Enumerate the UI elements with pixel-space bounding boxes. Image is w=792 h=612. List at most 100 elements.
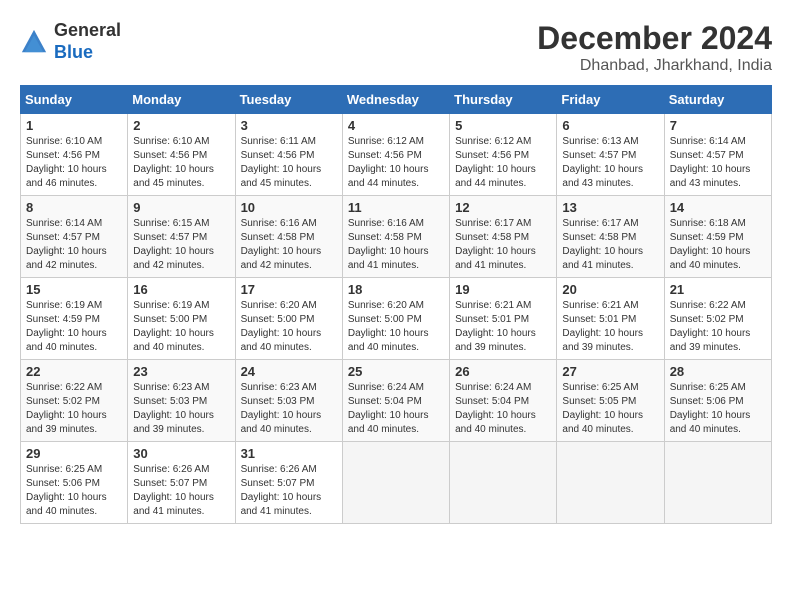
table-row [557,442,664,524]
day-info: Sunrise: 6:17 AM Sunset: 4:58 PM Dayligh… [562,217,658,273]
day-info: Sunrise: 6:25 AM Sunset: 5:06 PM Dayligh… [26,463,122,519]
day-number: 21 [670,282,766,297]
day-number: 12 [455,200,551,215]
day-number: 8 [26,200,122,215]
day-header-saturday: Saturday [664,86,771,114]
table-row: 4 Sunrise: 6:12 AM Sunset: 4:56 PM Daylig… [342,114,449,196]
table-row: 29 Sunrise: 6:25 AM Sunset: 5:06 PM Dayli… [21,442,128,524]
table-row: 16 Sunrise: 6:19 AM Sunset: 5:00 PM Dayli… [128,278,235,360]
day-number: 22 [26,364,122,379]
day-info: Sunrise: 6:22 AM Sunset: 5:02 PM Dayligh… [26,381,122,437]
page-header: General Blue December 2024 Dhanbad, Jhar… [20,20,772,75]
logo-icon [20,28,48,56]
day-number: 5 [455,118,551,133]
day-info: Sunrise: 6:16 AM Sunset: 4:58 PM Dayligh… [241,217,337,273]
table-row: 6Sunrise: 6:13 AM Sunset: 4:57 PM Daylig… [557,114,664,196]
day-info: Sunrise: 6:12 AM Sunset: 4:56 PM Dayligh… [348,135,444,191]
day-number: 3 [241,118,337,133]
calendar-row: 8 Sunrise: 6:14 AM Sunset: 4:57 PM Daylig… [21,196,772,278]
table-row: 28 Sunrise: 6:25 AM Sunset: 5:06 PM Dayli… [664,360,771,442]
day-header-thursday: Thursday [450,86,557,114]
day-info: Sunrise: 6:18 AM Sunset: 4:59 PM Dayligh… [670,217,766,273]
table-row: 31 Sunrise: 6:26 AM Sunset: 5:07 PM Dayli… [235,442,342,524]
logo-text: General Blue [54,20,121,63]
day-number: 6 [562,118,658,133]
day-number: 23 [133,364,229,379]
day-number: 16 [133,282,229,297]
table-row: 19 Sunrise: 6:21 AM Sunset: 5:01 PM Dayli… [450,278,557,360]
table-row: 11 Sunrise: 6:16 AM Sunset: 4:58 PM Dayli… [342,196,449,278]
day-info: Sunrise: 6:16 AM Sunset: 4:58 PM Dayligh… [348,217,444,273]
day-number: 7 [670,118,766,133]
day-info: Sunrise: 6:19 AM Sunset: 5:00 PM Dayligh… [133,299,229,355]
table-row [450,442,557,524]
table-row: 17 Sunrise: 6:20 AM Sunset: 5:00 PM Dayli… [235,278,342,360]
table-row: 10 Sunrise: 6:16 AM Sunset: 4:58 PM Dayli… [235,196,342,278]
table-row: 9Sunrise: 6:15 AM Sunset: 4:57 PM Daylig… [128,196,235,278]
day-number: 19 [455,282,551,297]
day-number: 31 [241,446,337,461]
day-number: 17 [241,282,337,297]
table-row: 25Sunrise: 6:24 AM Sunset: 5:04 PM Dayli… [342,360,449,442]
day-info: Sunrise: 6:26 AM Sunset: 5:07 PM Dayligh… [133,463,229,519]
day-info: Sunrise: 6:20 AM Sunset: 5:00 PM Dayligh… [348,299,444,355]
calendar-row: 15Sunrise: 6:19 AM Sunset: 4:59 PM Dayli… [21,278,772,360]
day-info: Sunrise: 6:26 AM Sunset: 5:07 PM Dayligh… [241,463,337,519]
day-header-monday: Monday [128,86,235,114]
table-row: 18 Sunrise: 6:20 AM Sunset: 5:00 PM Dayli… [342,278,449,360]
day-number: 15 [26,282,122,297]
table-row: 14 Sunrise: 6:18 AM Sunset: 4:59 PM Dayli… [664,196,771,278]
day-number: 24 [241,364,337,379]
month-title: December 2024 [537,20,772,57]
day-number: 14 [670,200,766,215]
table-row: 15Sunrise: 6:19 AM Sunset: 4:59 PM Dayli… [21,278,128,360]
calendar-row: 22 Sunrise: 6:22 AM Sunset: 5:02 PM Dayli… [21,360,772,442]
day-number: 2 [133,118,229,133]
table-row [664,442,771,524]
day-number: 18 [348,282,444,297]
day-number: 28 [670,364,766,379]
day-info: Sunrise: 6:22 AM Sunset: 5:02 PM Dayligh… [670,299,766,355]
day-info: Sunrise: 6:24 AM Sunset: 5:04 PM Dayligh… [455,381,551,437]
day-info: Sunrise: 6:10 AM Sunset: 4:56 PM Dayligh… [133,135,229,191]
title-area: December 2024 Dhanbad, Jharkhand, India [537,20,772,75]
table-row: 21 Sunrise: 6:22 AM Sunset: 5:02 PM Dayli… [664,278,771,360]
table-row: 22 Sunrise: 6:22 AM Sunset: 5:02 PM Dayli… [21,360,128,442]
day-info: Sunrise: 6:14 AM Sunset: 4:57 PM Dayligh… [670,135,766,191]
table-row: 27 Sunrise: 6:25 AM Sunset: 5:05 PM Dayli… [557,360,664,442]
calendar-table: SundayMondayTuesdayWednesdayThursdayFrid… [20,85,772,524]
day-header-tuesday: Tuesday [235,86,342,114]
location: Dhanbad, Jharkhand, India [537,57,772,75]
day-number: 29 [26,446,122,461]
day-number: 10 [241,200,337,215]
day-info: Sunrise: 6:23 AM Sunset: 5:03 PM Dayligh… [133,381,229,437]
day-info: Sunrise: 6:24 AM Sunset: 5:04 PM Dayligh… [348,381,444,437]
day-number: 4 [348,118,444,133]
day-info: Sunrise: 6:25 AM Sunset: 5:06 PM Dayligh… [670,381,766,437]
table-row: 26Sunrise: 6:24 AM Sunset: 5:04 PM Dayli… [450,360,557,442]
day-info: Sunrise: 6:21 AM Sunset: 5:01 PM Dayligh… [562,299,658,355]
table-row: 8 Sunrise: 6:14 AM Sunset: 4:57 PM Daylig… [21,196,128,278]
day-header-sunday: Sunday [21,86,128,114]
day-number: 11 [348,200,444,215]
day-info: Sunrise: 6:20 AM Sunset: 5:00 PM Dayligh… [241,299,337,355]
table-row: 3 Sunrise: 6:11 AM Sunset: 4:56 PM Daylig… [235,114,342,196]
day-header-friday: Friday [557,86,664,114]
day-info: Sunrise: 6:17 AM Sunset: 4:58 PM Dayligh… [455,217,551,273]
day-info: Sunrise: 6:10 AM Sunset: 4:56 PM Dayligh… [26,135,122,191]
day-info: Sunrise: 6:11 AM Sunset: 4:56 PM Dayligh… [241,135,337,191]
table-row: 24 Sunrise: 6:23 AM Sunset: 5:03 PM Dayli… [235,360,342,442]
day-info: Sunrise: 6:21 AM Sunset: 5:01 PM Dayligh… [455,299,551,355]
table-row: 7 Sunrise: 6:14 AM Sunset: 4:57 PM Daylig… [664,114,771,196]
day-header-wednesday: Wednesday [342,86,449,114]
day-number: 30 [133,446,229,461]
table-row: 12 Sunrise: 6:17 AM Sunset: 4:58 PM Dayli… [450,196,557,278]
day-info: Sunrise: 6:25 AM Sunset: 5:05 PM Dayligh… [562,381,658,437]
day-info: Sunrise: 6:23 AM Sunset: 5:03 PM Dayligh… [241,381,337,437]
day-number: 27 [562,364,658,379]
logo-blue: Blue [54,42,121,64]
day-info: Sunrise: 6:15 AM Sunset: 4:57 PM Dayligh… [133,217,229,273]
day-number: 13 [562,200,658,215]
day-info: Sunrise: 6:14 AM Sunset: 4:57 PM Dayligh… [26,217,122,273]
table-row: 20Sunrise: 6:21 AM Sunset: 5:01 PM Dayli… [557,278,664,360]
